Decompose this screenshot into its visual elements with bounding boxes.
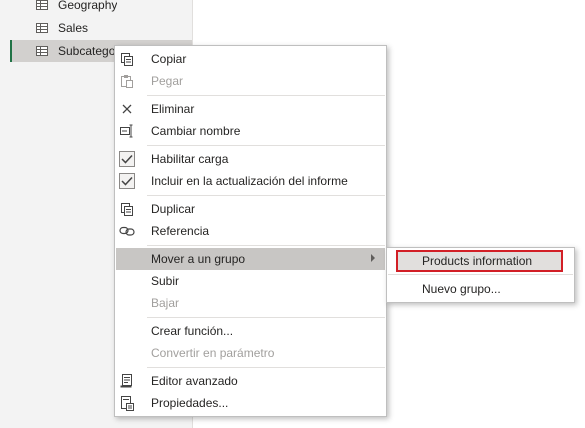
menu-item-label: Crear función...	[151, 324, 234, 338]
menu-item-label: Eliminar	[151, 102, 195, 116]
menu-item-advanced-editor[interactable]: Editor avanzado	[116, 370, 385, 392]
query-item-geography[interactable]: Geography	[10, 0, 190, 16]
menu-item-label: Cambiar nombre	[151, 124, 241, 138]
copy-icon	[118, 50, 136, 68]
menu-item-label: Referencia	[151, 224, 210, 238]
query-label: Subcatego	[58, 44, 116, 58]
duplicate-icon	[118, 200, 136, 218]
menu-item-enable-load[interactable]: Habilitar carga	[116, 148, 385, 170]
menu-item-duplicate[interactable]: Duplicar	[116, 198, 385, 220]
paste-icon	[118, 72, 136, 90]
submenu-item-label: Nuevo grupo...	[422, 282, 501, 296]
menu-item-label: Habilitar carga	[151, 152, 229, 166]
menu-item-label: Duplicar	[151, 202, 196, 216]
checkbox-checked-icon	[118, 172, 136, 190]
submenu-item-new-group[interactable]: Nuevo grupo...	[388, 278, 573, 300]
query-item-sales[interactable]: Sales	[10, 17, 190, 39]
menu-item-label: Copiar	[151, 52, 187, 66]
menu-item-paste[interactable]: Pegar	[116, 70, 385, 92]
menu-item-label: Editor avanzado	[151, 374, 238, 388]
menu-item-move-down[interactable]: Bajar	[116, 292, 385, 314]
properties-icon	[118, 394, 136, 412]
table-icon	[36, 23, 48, 33]
menu-separator	[147, 245, 385, 246]
menu-item-move-up[interactable]: Subir	[116, 270, 385, 292]
table-icon	[36, 46, 48, 56]
menu-item-label: Propiedades...	[151, 396, 229, 410]
move-to-group-submenu: Products information Nuevo grupo...	[386, 247, 575, 303]
menu-item-create-function[interactable]: Crear función...	[116, 320, 385, 342]
advanced-editor-icon	[118, 372, 136, 390]
menu-item-label: Subir	[151, 274, 180, 288]
menu-item-move-to-group[interactable]: Mover a un grupo	[116, 248, 385, 270]
submenu-item-label: Products information	[422, 254, 533, 268]
link-icon	[118, 222, 136, 240]
submenu-item-products-information[interactable]: Products information	[396, 250, 563, 272]
menu-item-label: Mover a un grupo	[151, 252, 246, 266]
delete-x-icon	[118, 100, 136, 118]
table-icon	[36, 0, 48, 10]
menu-item-copy[interactable]: Copiar	[116, 48, 385, 70]
query-label: Sales	[58, 21, 89, 35]
menu-item-label: Convertir en parámetro	[151, 346, 275, 360]
menu-separator	[147, 95, 385, 96]
menu-separator	[147, 195, 385, 196]
menu-item-label: Incluir en la actualización del informe	[151, 174, 348, 188]
menu-item-delete[interactable]: Eliminar	[116, 98, 385, 120]
rename-icon	[118, 122, 136, 140]
menu-item-include-refresh[interactable]: Incluir en la actualización del informe	[116, 170, 385, 192]
context-menu: Copiar Pegar Eliminar Cambiar nombre Hab…	[114, 45, 387, 417]
menu-item-rename[interactable]: Cambiar nombre	[116, 120, 385, 142]
menu-separator	[147, 367, 385, 368]
menu-separator	[147, 145, 385, 146]
menu-item-properties[interactable]: Propiedades...	[116, 392, 385, 414]
query-label: Geography	[58, 0, 118, 12]
menu-item-convert-parameter[interactable]: Convertir en parámetro	[116, 342, 385, 364]
menu-separator	[388, 274, 573, 275]
menu-item-reference[interactable]: Referencia	[116, 220, 385, 242]
menu-item-label: Bajar	[151, 296, 180, 310]
menu-separator	[147, 317, 385, 318]
checkbox-checked-icon	[118, 150, 136, 168]
submenu-arrow-icon	[371, 254, 375, 262]
menu-item-label: Pegar	[151, 74, 184, 88]
